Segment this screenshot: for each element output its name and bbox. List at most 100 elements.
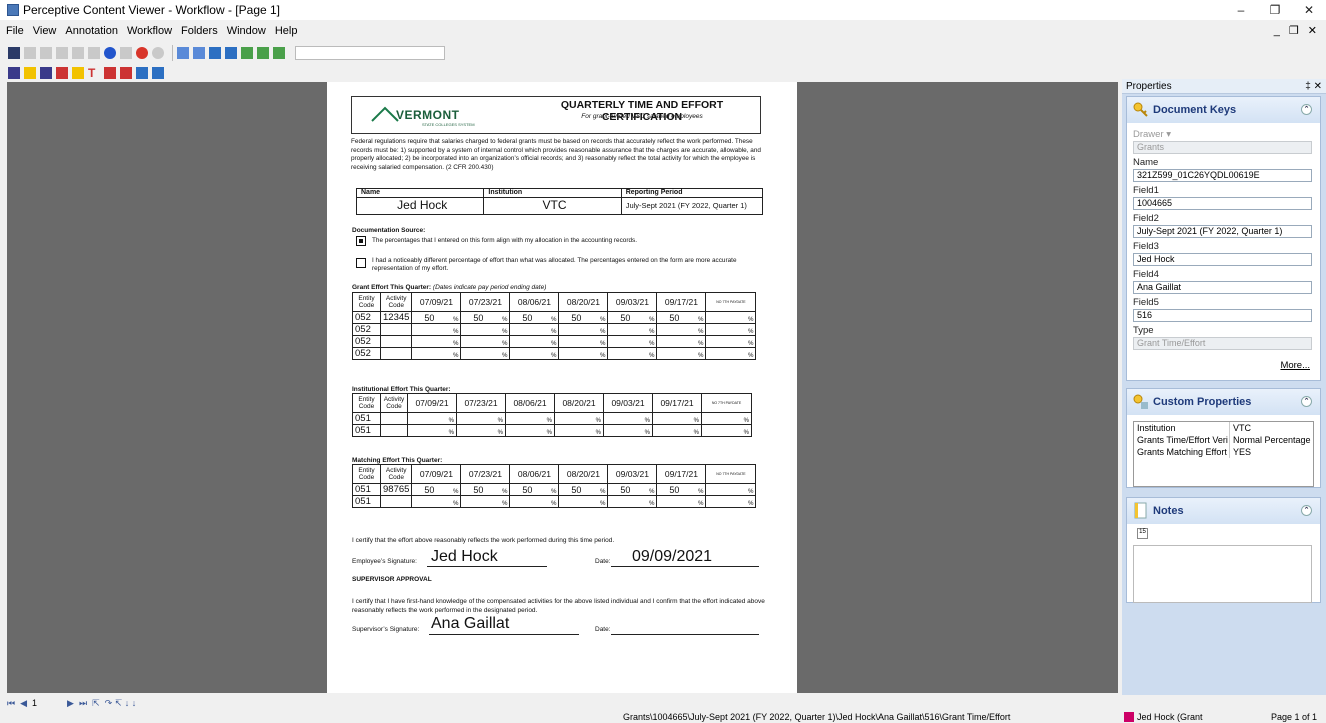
first-page-icon[interactable]: ⏮ bbox=[7, 698, 15, 709]
employee-name: Jed Hock bbox=[357, 198, 485, 214]
close-button[interactable]: ✕ bbox=[1292, 0, 1326, 20]
status-path: Grants\1004665\July-Sept 2021 (FY 2022, … bbox=[623, 712, 1011, 722]
percent-cell: % bbox=[705, 323, 757, 336]
activity-code-cell bbox=[380, 412, 408, 425]
entity-code-cell: 051 bbox=[352, 424, 381, 437]
option2-checkbox bbox=[356, 258, 366, 268]
percent-cell: % bbox=[460, 347, 511, 360]
stop-icon[interactable] bbox=[152, 47, 164, 59]
percent-cell: % bbox=[705, 483, 757, 496]
pan-icon[interactable] bbox=[40, 67, 52, 79]
percent-cell: % bbox=[607, 495, 658, 508]
redact-icon[interactable] bbox=[56, 67, 68, 79]
menu-window[interactable]: Window bbox=[227, 25, 266, 37]
field5-input[interactable]: 516 bbox=[1133, 309, 1312, 322]
institutional-effort-table: Entity Code Activity Code 07/09/21 07/23/21… bbox=[352, 393, 752, 437]
grant-effort-note: (Dates indicate pay period ending date) bbox=[432, 284, 547, 291]
table-row: 051%%%%%%% bbox=[352, 424, 752, 437]
field1-input[interactable]: 1004665 bbox=[1133, 197, 1312, 210]
rotate-left-icon[interactable] bbox=[209, 47, 221, 59]
type-select[interactable]: Grant Time/Effort bbox=[1133, 337, 1312, 350]
menu-file[interactable]: File bbox=[6, 25, 24, 37]
percent-cell: 50% bbox=[509, 483, 560, 496]
rotate-right-icon[interactable] bbox=[225, 47, 237, 59]
field4-input[interactable]: Ana Gaillat bbox=[1133, 281, 1312, 294]
date-header: 08/06/21 bbox=[509, 292, 560, 312]
copy-icon[interactable] bbox=[56, 47, 68, 59]
save-icon[interactable] bbox=[8, 47, 20, 59]
field2-label: Field2 bbox=[1133, 213, 1159, 224]
next-page-icon[interactable]: ▶ bbox=[67, 698, 74, 709]
properties-pin-close[interactable]: ‡ ✕ bbox=[1305, 81, 1322, 92]
user-icon bbox=[1124, 712, 1134, 722]
email-icon[interactable] bbox=[40, 47, 52, 59]
zoom-select[interactable] bbox=[295, 46, 445, 60]
menu-annotation[interactable]: Annotation bbox=[65, 25, 118, 37]
highlight-icon[interactable] bbox=[72, 67, 84, 79]
matching-effort-table: Entity Code Activity Code 07/09/21 07/23/21… bbox=[352, 464, 757, 508]
page-icon[interactable] bbox=[120, 47, 132, 59]
zoom-out-icon[interactable] bbox=[193, 47, 205, 59]
more-link[interactable]: More... bbox=[1127, 360, 1310, 371]
menu-view[interactable]: View bbox=[33, 25, 57, 37]
field1-label: Field1 bbox=[1133, 185, 1159, 196]
maximize-button[interactable]: ❐ bbox=[1258, 0, 1292, 20]
employee-date-line bbox=[611, 566, 759, 567]
field3-input[interactable]: Jed Hock bbox=[1133, 253, 1312, 266]
notes-textarea[interactable] bbox=[1133, 545, 1312, 603]
fit-page-icon[interactable] bbox=[241, 47, 253, 59]
select-tool-icon[interactable]: ⇱ bbox=[92, 698, 100, 709]
menu-folders[interactable]: Folders bbox=[181, 25, 218, 37]
fit-width-icon[interactable] bbox=[257, 47, 269, 59]
minimize-button[interactable]: – bbox=[1224, 0, 1258, 20]
check-icon[interactable] bbox=[120, 67, 132, 79]
entity-code-cell: 052 bbox=[352, 347, 381, 360]
institution-value: VTC bbox=[484, 198, 622, 214]
collapse-icon[interactable]: ⌃ bbox=[1301, 505, 1312, 516]
date-header: 09/17/21 bbox=[656, 464, 707, 484]
link-icon[interactable] bbox=[88, 47, 100, 59]
annotation-icon[interactable] bbox=[8, 67, 20, 79]
zoom-in-icon[interactable] bbox=[177, 47, 189, 59]
menu-workflow[interactable]: Workflow bbox=[127, 25, 172, 37]
activity-code-header: Activity Code bbox=[379, 292, 413, 312]
nav-tools-icon[interactable]: ↷ ↸ ↓ ↓ bbox=[105, 698, 137, 709]
menu-help[interactable]: Help bbox=[275, 25, 298, 37]
date-header: 07/09/21 bbox=[411, 464, 462, 484]
last-page-icon[interactable]: ⏭ bbox=[79, 698, 87, 709]
status-page: Page 1 of 1 bbox=[1271, 712, 1318, 722]
add-note-icon[interactable]: 15 bbox=[1137, 528, 1148, 539]
collapse-icon[interactable]: ⌃ bbox=[1301, 396, 1312, 407]
name-header: Name bbox=[357, 189, 485, 197]
drawer-label[interactable]: Drawer ▾ bbox=[1133, 129, 1320, 140]
arrow-icon[interactable] bbox=[152, 67, 164, 79]
percent-cell: 50% bbox=[656, 311, 707, 324]
field2-input[interactable]: July-Sept 2021 (FY 2022, Quarter 1) bbox=[1133, 225, 1312, 238]
info-icon[interactable] bbox=[104, 47, 116, 59]
mdi-controls[interactable]: _ ❐ ✕ bbox=[1274, 24, 1320, 37]
last-column-header: NO 7TH PAYDATE bbox=[705, 292, 757, 312]
date-header: 09/03/21 bbox=[603, 393, 653, 413]
export-icon[interactable] bbox=[72, 47, 84, 59]
record-icon[interactable] bbox=[136, 47, 148, 59]
pen-icon[interactable] bbox=[104, 67, 116, 79]
hand-icon[interactable] bbox=[24, 67, 36, 79]
print-icon[interactable] bbox=[24, 47, 36, 59]
percent-cell: % bbox=[656, 335, 707, 348]
property-key: Institution bbox=[1134, 422, 1230, 434]
drawer-select[interactable]: Grants bbox=[1133, 141, 1312, 154]
custom-property-row[interactable]: Grants Time/Effort Veri Normal Percentage bbox=[1134, 434, 1313, 446]
name-field[interactable]: 321Z599_01C26YQDL00619E bbox=[1133, 169, 1312, 182]
document-keys-header[interactable]: Document Keys ⌃ bbox=[1127, 97, 1320, 123]
custom-property-row[interactable]: Grants Matching Effort YES bbox=[1134, 446, 1313, 458]
custom-property-row[interactable]: Institution VTC bbox=[1134, 422, 1313, 434]
text-icon[interactable]: T bbox=[88, 67, 100, 79]
page-number-input[interactable]: 1 bbox=[32, 698, 62, 708]
notes-panel: Notes ⌃ 15 bbox=[1126, 497, 1321, 603]
fit-height-icon[interactable] bbox=[273, 47, 285, 59]
notes-header[interactable]: Notes ⌃ bbox=[1127, 498, 1320, 524]
custom-properties-header[interactable]: Custom Properties ⌃ bbox=[1127, 389, 1320, 415]
line-icon[interactable] bbox=[136, 67, 148, 79]
collapse-icon[interactable]: ⌃ bbox=[1301, 104, 1312, 115]
prev-page-icon[interactable]: ◀ bbox=[20, 698, 27, 709]
